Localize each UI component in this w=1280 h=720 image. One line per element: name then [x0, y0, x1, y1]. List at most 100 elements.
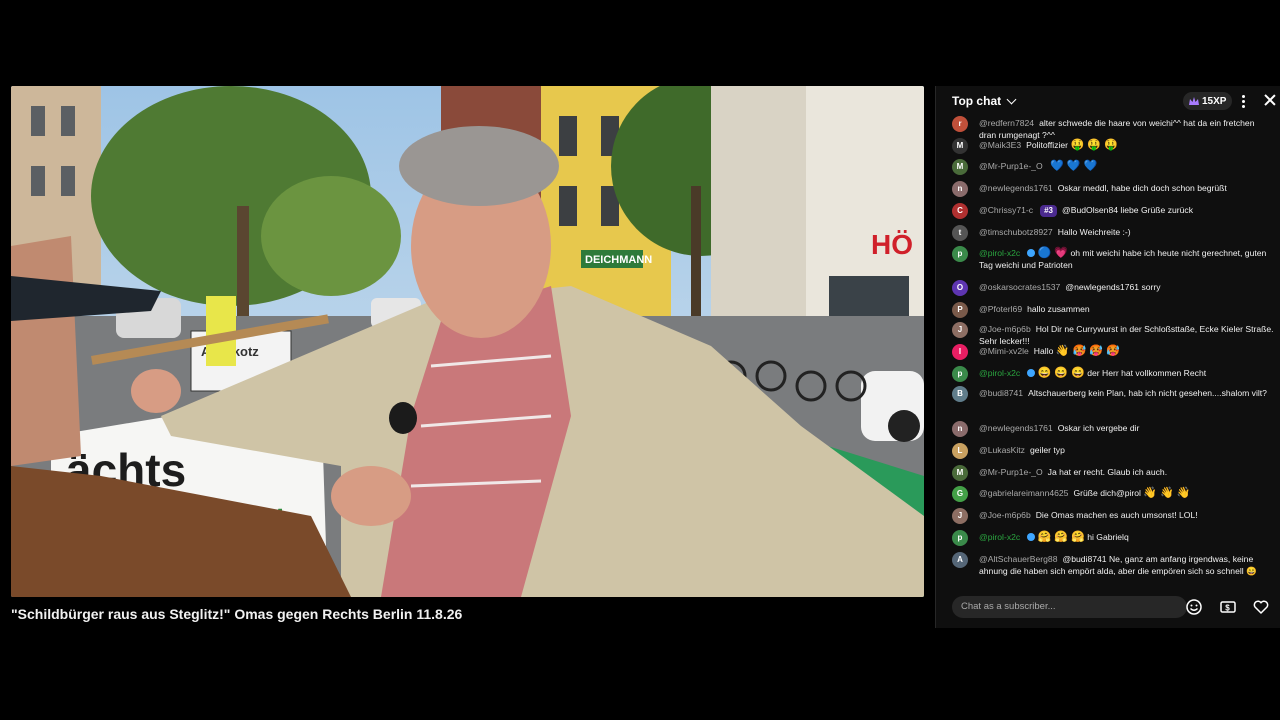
- chat-author[interactable]: @Pfoterl69: [979, 304, 1022, 314]
- chat-message[interactable]: L @LukasKitz geiler typ: [952, 443, 1274, 459]
- avatar[interactable]: M: [952, 465, 968, 481]
- chat-text: Die Omas machen es auch umsonst! LOL!: [1035, 510, 1198, 520]
- avatar[interactable]: M: [952, 159, 968, 175]
- chat-author[interactable]: @Maik3E3: [979, 140, 1021, 150]
- chat-text: Hallo Weichreite :-): [1057, 227, 1131, 237]
- chat-author[interactable]: @LukasKitz: [979, 445, 1025, 455]
- chat-emoji: 🔵 💗: [1037, 247, 1069, 259]
- avatar[interactable]: t: [952, 225, 968, 241]
- video-frame: DEICHMANN HÖ AHN kotz ächts ument: [11, 86, 924, 597]
- avatar[interactable]: C: [952, 203, 968, 219]
- chat-author[interactable]: @Joe-m6p6b: [979, 324, 1031, 334]
- avatar[interactable]: A: [952, 552, 968, 568]
- avatar[interactable]: P: [952, 302, 968, 318]
- verified-badge-icon: [1027, 533, 1036, 541]
- chat-message[interactable]: G @gabrielareimann4625 Grüße dich@pirol 👋 …: [952, 486, 1274, 502]
- chevron-down-icon: [1006, 94, 1017, 104]
- chat-emoji: 🤑 🤑 🤑: [1070, 139, 1118, 151]
- xp-badge[interactable]: 15XP: [1183, 92, 1233, 110]
- chat-author[interactable]: @pirol-x2c: [979, 368, 1020, 378]
- chat-author[interactable]: @budi8741: [979, 388, 1023, 398]
- emoji-icon[interactable]: [1185, 598, 1203, 616]
- chat-message[interactable]: p @pirol-x2c 🤗 🤗 🤗 hi Gabrielq: [952, 530, 1274, 546]
- chat-message[interactable]: M @Maik3E3 Politoffizier 🤑 🤑 🤑: [952, 138, 1274, 154]
- chat-text: Oskar ich vergebe dir: [1057, 423, 1140, 433]
- chat-message[interactable]: B @budi8741 Altschauerberg kein Plan, hab …: [952, 386, 1274, 402]
- avatar[interactable]: M: [952, 138, 968, 154]
- store-sign-2: HÖ: [871, 229, 913, 260]
- chat-author[interactable]: @pirol-x2c: [979, 532, 1020, 542]
- chat-message[interactable]: M @Mr-Purp1e-_O 💙 💙 💙: [952, 159, 1274, 175]
- chat-text: der Herr hat vollkommen Recht: [1087, 368, 1207, 378]
- close-icon[interactable]: [1262, 92, 1278, 108]
- chat-emoji: 👋 🥵 🥵 🥵: [1055, 345, 1120, 357]
- chat-author[interactable]: @Chrissy71-c: [979, 205, 1033, 215]
- chat-message[interactable]: O @oskarsocrates1537 @newlegends1761 sorry: [952, 280, 1274, 296]
- avatar[interactable]: J: [952, 322, 968, 338]
- chat-message[interactable]: n @newlegends1761 Oskar ich vergebe dir: [952, 421, 1274, 437]
- store-sign: DEICHMANN: [585, 254, 652, 266]
- chat-author[interactable]: @redfern7824: [979, 118, 1034, 128]
- chat-message[interactable]: M @Mr-Purp1e-_O Ja hat er recht. Glaub ich…: [952, 465, 1274, 481]
- chat-emoji: 💙 💙 💙: [1050, 160, 1098, 172]
- video-player[interactable]: DEICHMANN HÖ AHN kotz ächts ument: [11, 86, 924, 597]
- chat-author[interactable]: @gabrielareimann4625: [979, 488, 1068, 498]
- super-chat-icon[interactable]: $: [1219, 598, 1237, 616]
- top-chat-label: Top chat: [952, 94, 1002, 108]
- avatar[interactable]: L: [952, 443, 968, 459]
- chat-message[interactable]: J @Joe-m6p6b Die Omas machen es auch umson…: [952, 508, 1274, 524]
- chat-header: Top chat 15XP: [936, 86, 1280, 116]
- chat-message[interactable]: p @pirol-x2c 😄 😄 😄 der Herr hat vollkomme…: [952, 366, 1274, 382]
- verified-badge-icon: [1027, 369, 1036, 377]
- avatar[interactable]: O: [952, 280, 968, 296]
- chat-message[interactable]: C @Chrissy71-c #3 @BudOlsen84 liebe Grüße z…: [952, 203, 1274, 219]
- avatar[interactable]: G: [952, 486, 968, 502]
- chat-text: Ja hat er recht. Glaub ich auch.: [1047, 467, 1168, 477]
- more-options-icon[interactable]: [1238, 93, 1248, 109]
- chat-message[interactable]: t @timschubotz8927 Hallo Weichreite :-): [952, 225, 1274, 241]
- heart-icon[interactable]: [1252, 598, 1270, 616]
- video-title: "Schildbürger raus aus Steglitz!" Omas g…: [11, 606, 463, 622]
- chat-text: Oskar meddl, habe dich doch schon begrüß…: [1057, 183, 1227, 193]
- avatar[interactable]: p: [952, 366, 968, 382]
- chat-text: @BudOlsen84 liebe Grüße zurück: [1062, 205, 1194, 215]
- chat-text: @newlegends1761 sorry: [1065, 282, 1161, 292]
- chat-message[interactable]: I @Mimi-xv2le Hallo 👋 🥵 🥵 🥵: [952, 344, 1274, 360]
- chat-text: geiler typ: [1029, 445, 1065, 455]
- avatar[interactable]: n: [952, 421, 968, 437]
- chat-author[interactable]: @AltSchauerBerg88: [979, 554, 1057, 564]
- chat-text: hi Gabrielq: [1087, 532, 1129, 542]
- chat-message-list[interactable]: r @redfern7824 alter schwede die haare von…: [936, 116, 1280, 584]
- avatar[interactable]: n: [952, 181, 968, 197]
- avatar[interactable]: p: [952, 246, 968, 262]
- chat-input[interactable]: Chat as a subscriber...: [952, 596, 1187, 618]
- svg-text:$: $: [1225, 603, 1230, 612]
- xp-label: 15XP: [1202, 95, 1227, 107]
- chat-author[interactable]: @Joe-m6p6b: [979, 510, 1031, 520]
- top-chat-dropdown[interactable]: Top chat: [952, 94, 1017, 108]
- chat-author[interactable]: @newlegends1761: [979, 423, 1053, 433]
- chat-author[interactable]: @newlegends1761: [979, 183, 1053, 193]
- chat-author[interactable]: @timschubotz8927: [979, 227, 1053, 237]
- live-chat-panel: Top chat 15XP r @redfern7824 alter schwede…: [935, 86, 1280, 628]
- avatar[interactable]: p: [952, 530, 968, 546]
- rank-badge: #3: [1040, 205, 1057, 217]
- chat-author[interactable]: @oskarsocrates1537: [979, 282, 1060, 292]
- chat-emoji: 👋 👋 👋: [1143, 487, 1191, 499]
- chat-message[interactable]: J @Joe-m6p6b Hol Dir ne Currywurst in der …: [952, 322, 1274, 347]
- avatar[interactable]: r: [952, 116, 968, 132]
- chat-message[interactable]: p @pirol-x2c 🔵 💗 oh mit weichi habe ich h…: [952, 246, 1274, 271]
- chat-message[interactable]: r @redfern7824 alter schwede die haare von…: [952, 116, 1274, 141]
- chat-author[interactable]: @Mr-Purp1e-_O: [979, 467, 1043, 477]
- chat-message[interactable]: A @AltSchauerBerg88 @budi8741 Ne, ganz am …: [952, 552, 1274, 577]
- chat-author[interactable]: @pirol-x2c: [979, 248, 1020, 258]
- avatar[interactable]: J: [952, 508, 968, 524]
- chat-message[interactable]: P @Pfoterl69 hallo zusammen: [952, 302, 1274, 318]
- chat-author[interactable]: @Mimi-xv2le: [979, 346, 1029, 356]
- chat-author[interactable]: @Mr-Purp1e-_O: [979, 161, 1043, 171]
- verified-badge-icon: [1027, 249, 1036, 257]
- avatar[interactable]: B: [952, 386, 968, 402]
- chat-text: Politoffizier: [1026, 140, 1069, 150]
- chat-message[interactable]: n @newlegends1761 Oskar meddl, habe dich d…: [952, 181, 1274, 197]
- avatar[interactable]: I: [952, 344, 968, 360]
